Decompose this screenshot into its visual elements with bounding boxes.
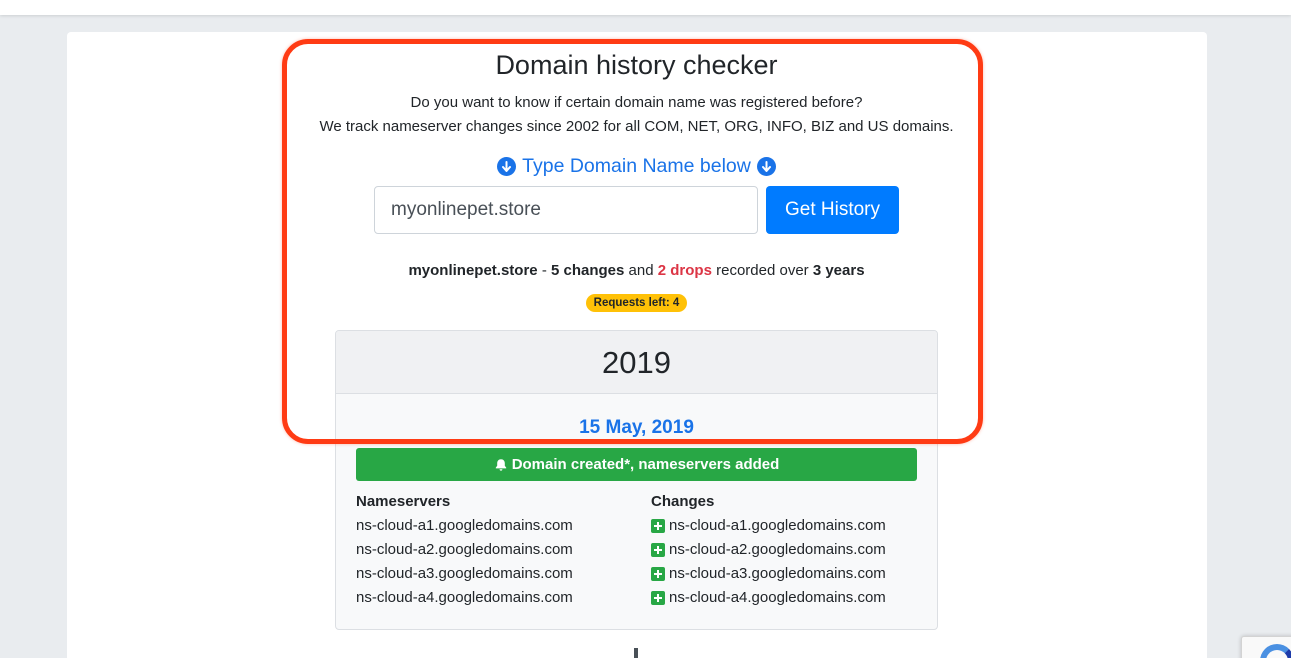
summary-years: 3 years bbox=[812, 262, 865, 279]
recaptcha-badge[interactable] bbox=[1241, 636, 1291, 658]
plus-square-icon bbox=[651, 567, 665, 581]
event-date: 15 May, 2019 bbox=[579, 417, 694, 438]
page-title: Domain history checker bbox=[495, 50, 778, 80]
intro-line-2: We track nameserver changes since 2002 f… bbox=[319, 118, 954, 135]
summary-changes: 5 changes bbox=[551, 262, 625, 279]
nameservers-column: Nameservers ns-cloud-a1.googledomains.co… bbox=[356, 493, 573, 613]
domain-created-alert: Domain created*, nameservers added bbox=[356, 448, 917, 481]
bell-icon bbox=[494, 458, 508, 472]
change-label: ns-cloud-a4.googledomains.com bbox=[669, 589, 886, 606]
event-label: Domain created*, nameservers added bbox=[511, 456, 780, 473]
change-label: ns-cloud-a3.googledomains.com bbox=[669, 565, 886, 582]
summary-domain: myonlinepet.store bbox=[408, 262, 538, 279]
top-navbar bbox=[0, 0, 1291, 15]
type-domain-prompt: Type Domain Name below bbox=[0, 155, 1273, 178]
change-item: ns-cloud-a4.googledomains.com bbox=[651, 589, 886, 613]
circle-arrow-down-icon bbox=[497, 157, 517, 176]
plus-square-icon bbox=[651, 591, 665, 605]
history-summary: myonlinepet.store - 5 changes and 2 drop… bbox=[0, 262, 1273, 279]
timeline-connector bbox=[634, 648, 638, 658]
summary-and: and bbox=[624, 262, 658, 279]
recaptcha-icon bbox=[1260, 644, 1291, 658]
plus-square-icon bbox=[651, 519, 665, 533]
year-history-card: 2019 15 May, 2019 Domain created*, names… bbox=[335, 330, 938, 630]
change-label: ns-cloud-a1.googledomains.com bbox=[669, 517, 886, 534]
circle-arrow-down-icon bbox=[756, 157, 776, 176]
prompt-label: Type Domain Name below bbox=[522, 155, 751, 177]
changes-column: Changes ns-cloud-a1.googledomains.com ns… bbox=[651, 493, 886, 613]
intro-line-1: Do you want to know if certain domain na… bbox=[410, 94, 863, 111]
year-header: 2019 bbox=[336, 331, 937, 394]
change-item: ns-cloud-a1.googledomains.com bbox=[651, 517, 886, 541]
nameservers-header: Nameservers bbox=[356, 493, 451, 510]
domain-search-input[interactable] bbox=[374, 186, 758, 234]
summary-drops: 2 drops bbox=[657, 262, 712, 279]
summary-separator: - bbox=[537, 262, 551, 279]
requests-left-badge: Requests left: 4 bbox=[586, 294, 687, 312]
change-item: ns-cloud-a2.googledomains.com bbox=[651, 541, 886, 565]
get-history-button[interactable]: Get History bbox=[766, 186, 899, 234]
plus-square-icon bbox=[651, 543, 665, 557]
summary-recorded: recorded over bbox=[711, 262, 813, 279]
nameserver-item: ns-cloud-a4.googledomains.com bbox=[356, 589, 573, 606]
nameserver-item: ns-cloud-a1.googledomains.com bbox=[356, 517, 573, 534]
nameserver-item: ns-cloud-a3.googledomains.com bbox=[356, 565, 573, 582]
change-item: ns-cloud-a3.googledomains.com bbox=[651, 565, 886, 589]
changes-header: Changes bbox=[651, 493, 715, 510]
nameserver-item: ns-cloud-a2.googledomains.com bbox=[356, 541, 573, 558]
change-label: ns-cloud-a2.googledomains.com bbox=[669, 541, 886, 558]
